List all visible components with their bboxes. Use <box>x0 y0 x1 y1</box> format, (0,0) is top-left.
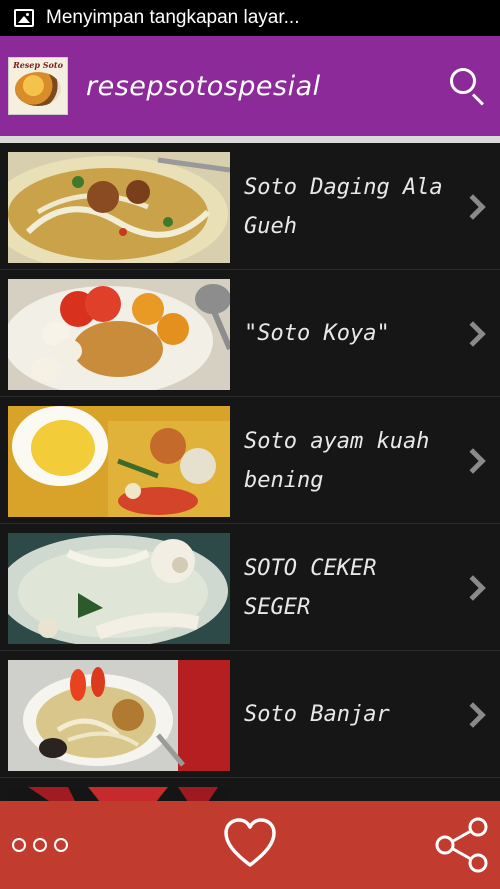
recipe-thumbnail <box>8 787 230 801</box>
recipe-list-item[interactable]: Soto ayam kuah bening <box>0 397 500 524</box>
status-notification-text: Menyimpan tangkapan layar... <box>46 7 300 28</box>
screenshot-icon <box>14 9 34 27</box>
recipe-thumbnail <box>8 152 230 263</box>
recipe-list-item[interactable]: Soto Banjar <box>0 651 500 778</box>
app-logo-text: Resep Soto <box>13 60 63 70</box>
app-bar-divider <box>0 136 500 143</box>
recipe-list[interactable]: Soto Daging Ala Gueh "Soto Koya" Soto ay… <box>0 143 500 801</box>
recipe-title: Soto Daging Ala Gueh <box>244 174 443 239</box>
recipe-thumbnail <box>8 406 230 517</box>
recipe-title: "Soto Koya" <box>244 321 390 346</box>
app-logo-image <box>15 72 61 106</box>
recipe-list-item[interactable]: SOTO CEKER SEGER <box>0 524 500 651</box>
more-button[interactable] <box>12 835 68 855</box>
heart-icon <box>224 818 276 867</box>
search-button[interactable] <box>448 66 488 106</box>
recipe-title: SOTO CEKER SEGER <box>244 555 377 620</box>
chevron-right-icon <box>464 703 482 727</box>
more-icon <box>12 838 26 852</box>
more-icon <box>54 838 68 852</box>
favorite-button[interactable] <box>222 817 278 871</box>
recipe-list-item[interactable]: "Soto Koya" <box>0 270 500 397</box>
chevron-right-icon <box>464 576 482 600</box>
share-icon <box>435 817 488 873</box>
search-icon-handle <box>471 93 484 106</box>
recipe-list-item[interactable]: Soto Daging Ala Gueh <box>0 143 500 270</box>
recipe-thumbnail <box>8 533 230 644</box>
chevron-right-icon <box>464 322 482 346</box>
recipe-title: Soto Banjar <box>244 702 390 727</box>
share-button[interactable] <box>432 817 490 873</box>
recipe-title: Soto ayam kuah bening <box>244 428 430 493</box>
app-title: resepsotospesial <box>86 70 321 102</box>
more-icon <box>33 838 47 852</box>
recipe-list-item[interactable] <box>0 778 500 801</box>
app-logo: Resep Soto <box>8 57 68 115</box>
app-bar: Resep Soto resepsotospesial <box>0 36 500 136</box>
recipe-thumbnail <box>8 279 230 390</box>
bottom-action-bar <box>0 801 500 889</box>
status-bar: Menyimpan tangkapan layar... <box>0 0 500 36</box>
chevron-right-icon <box>464 195 482 219</box>
search-icon <box>450 68 476 94</box>
chevron-right-icon <box>464 449 482 473</box>
recipe-thumbnail <box>8 660 230 771</box>
